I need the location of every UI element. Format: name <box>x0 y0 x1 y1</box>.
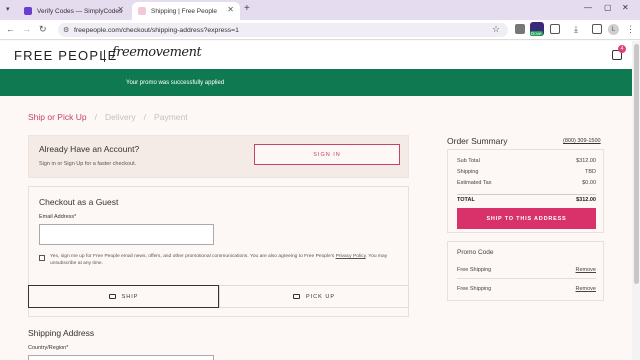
country-select[interactable] <box>28 355 214 360</box>
tab-title: Verify Codes — SimplyCodes <box>37 7 123 15</box>
step-divider: / <box>94 112 97 122</box>
summary-row: Sub Total $312.00 <box>457 158 596 164</box>
promo-item-label: Free Shipping <box>457 267 492 273</box>
account-panel: Already Have an Account? Sign in or Sign… <box>28 135 409 178</box>
order-summary-panel: Sub Total $312.00 Shipping TBD Estimated… <box>447 149 604 233</box>
ship-option-button[interactable]: SHIP <box>28 285 219 308</box>
summary-row-value: TBD <box>585 169 596 175</box>
sign-in-button[interactable]: SIGN IN <box>254 144 400 165</box>
account-title: Already Have an Account? <box>39 144 140 154</box>
guest-title: Checkout as a Guest <box>39 197 119 207</box>
step-divider: / <box>143 112 147 122</box>
promo-code-title: Promo Code <box>457 249 494 256</box>
country-label: Country/Region* <box>28 345 69 351</box>
site-info-icon[interactable]: ⚙ <box>63 26 69 34</box>
tab-simplycodes[interactable]: Verify Codes — SimplyCodes ✕ <box>18 2 130 20</box>
promo-item: Free Shipping Remove <box>457 286 596 292</box>
pickup-option-button[interactable]: PICK UP <box>219 285 409 308</box>
checkout-steps: Ship or Pick Up / Delivery / Payment <box>28 112 188 122</box>
privacy-policy-link[interactable]: Privacy Policy <box>336 254 366 259</box>
step-delivery: Delivery <box>104 112 136 122</box>
promo-divider <box>457 278 596 279</box>
summary-row-label: Shipping <box>457 169 479 175</box>
puzzle-extensions-icon[interactable] <box>550 24 560 34</box>
ship-to-this-address-button[interactable]: SHIP TO THIS ADDRESS <box>457 208 596 229</box>
ship-label: SHIP <box>121 293 139 300</box>
email-consent-text: Yes, sign me up for Free People email ne… <box>50 254 395 267</box>
tab-title: Shipping | Free People <box>151 7 218 15</box>
download-icon[interactable]: ⤓ <box>574 24 578 35</box>
side-panel-icon[interactable] <box>592 24 602 34</box>
shipping-address-title: Shipping Address <box>28 328 95 338</box>
promo-item: Free Shipping Remove <box>457 267 596 273</box>
new-tab-icon[interactable]: + <box>244 3 250 14</box>
browser-tab-bar: ▾ Verify Codes — SimplyCodes ✕ Shipping … <box>0 0 640 20</box>
bookmark-star-icon[interactable]: ☆ <box>492 24 500 35</box>
promo-banner-text: Your promo was successfully applied <box>126 79 225 86</box>
account-subtitle: Sign in or Sign Up for a faster checkout… <box>39 161 137 167</box>
remove-promo-link[interactable]: Remove <box>576 267 596 273</box>
free-people-favicon-icon <box>138 7 146 15</box>
summary-row: Estimated Tax $0.00 <box>457 180 596 186</box>
tab-search-icon[interactable]: ▾ <box>6 5 10 13</box>
email-field[interactable] <box>39 224 214 245</box>
promo-success-banner: Your promo was successfully applied <box>0 69 632 96</box>
checkout-page: FREE PEOPLE freemovement 4 Your promo wa… <box>0 41 632 360</box>
consent-body: Yes, sign me up for Free People email ne… <box>50 254 335 259</box>
summary-row: Shipping TBD <box>457 169 596 175</box>
back-icon[interactable]: ← <box>6 24 15 34</box>
promo-item-label: Free Shipping <box>457 286 492 292</box>
menu-kebab-icon[interactable]: ⋮ <box>626 24 635 35</box>
remove-promo-link[interactable]: Remove <box>576 286 596 292</box>
simplycodes-favicon-icon <box>24 7 32 15</box>
close-window-icon[interactable]: ✕ <box>622 3 629 12</box>
email-label: Email Address* <box>39 214 77 220</box>
logo-divider <box>104 50 105 62</box>
tab-free-people[interactable]: Shipping | Free People ✕ <box>132 2 240 20</box>
pickup-label: PICK UP <box>305 293 335 300</box>
address-bar: ← → ↻ ⚙ freepeople.com/checkout/shipping… <box>0 20 640 40</box>
site-header: FREE PEOPLE freemovement 4 <box>0 41 632 69</box>
truck-icon <box>108 294 116 299</box>
free-people-logo[interactable]: FREE PEOPLE <box>14 48 118 63</box>
step-payment: Payment <box>154 112 188 122</box>
fp-movement-logo[interactable]: freemovement <box>112 45 202 60</box>
tab-close-icon[interactable]: ✕ <box>117 5 124 14</box>
extension-icon[interactable] <box>515 24 525 34</box>
order-summary-title: Order Summary <box>447 136 508 146</box>
phone-link[interactable]: (800) 309-1500 <box>563 138 601 144</box>
maximize-icon[interactable]: ▢ <box>604 3 612 12</box>
cart-count-badge: 4 <box>618 45 626 53</box>
url-field[interactable]: ⚙ freepeople.com/checkout/shipping-addre… <box>58 23 508 37</box>
tab-close-icon[interactable]: ✕ <box>227 5 234 14</box>
promo-code-panel: Promo Code Free Shipping Remove Free Shi… <box>447 241 604 301</box>
summary-row-label: Sub Total <box>457 158 480 164</box>
step-ship-or-pickup[interactable]: Ship or Pick Up <box>28 112 87 122</box>
summary-row-value: $312.00 <box>576 158 596 164</box>
summary-divider <box>457 194 596 195</box>
scrollbar-thumb[interactable] <box>634 44 639 284</box>
url-text: freepeople.com/checkout/shipping-address… <box>74 26 239 34</box>
summary-row-value: $0.00 <box>582 180 596 186</box>
email-consent-checkbox[interactable] <box>39 255 45 261</box>
summary-row-label: Estimated Tax <box>457 180 492 186</box>
forward-icon[interactable]: → <box>22 24 31 34</box>
minimize-icon[interactable]: — <box>584 3 592 12</box>
total-label: TOTAL <box>457 197 475 203</box>
total-value: $312.00 <box>576 197 596 203</box>
profile-avatar[interactable]: L <box>608 24 619 35</box>
store-icon <box>292 294 300 299</box>
summary-total-row: TOTAL $312.00 <box>457 197 596 203</box>
reload-icon[interactable]: ↻ <box>39 24 47 35</box>
dove-extension-badge: Dove <box>530 31 543 36</box>
